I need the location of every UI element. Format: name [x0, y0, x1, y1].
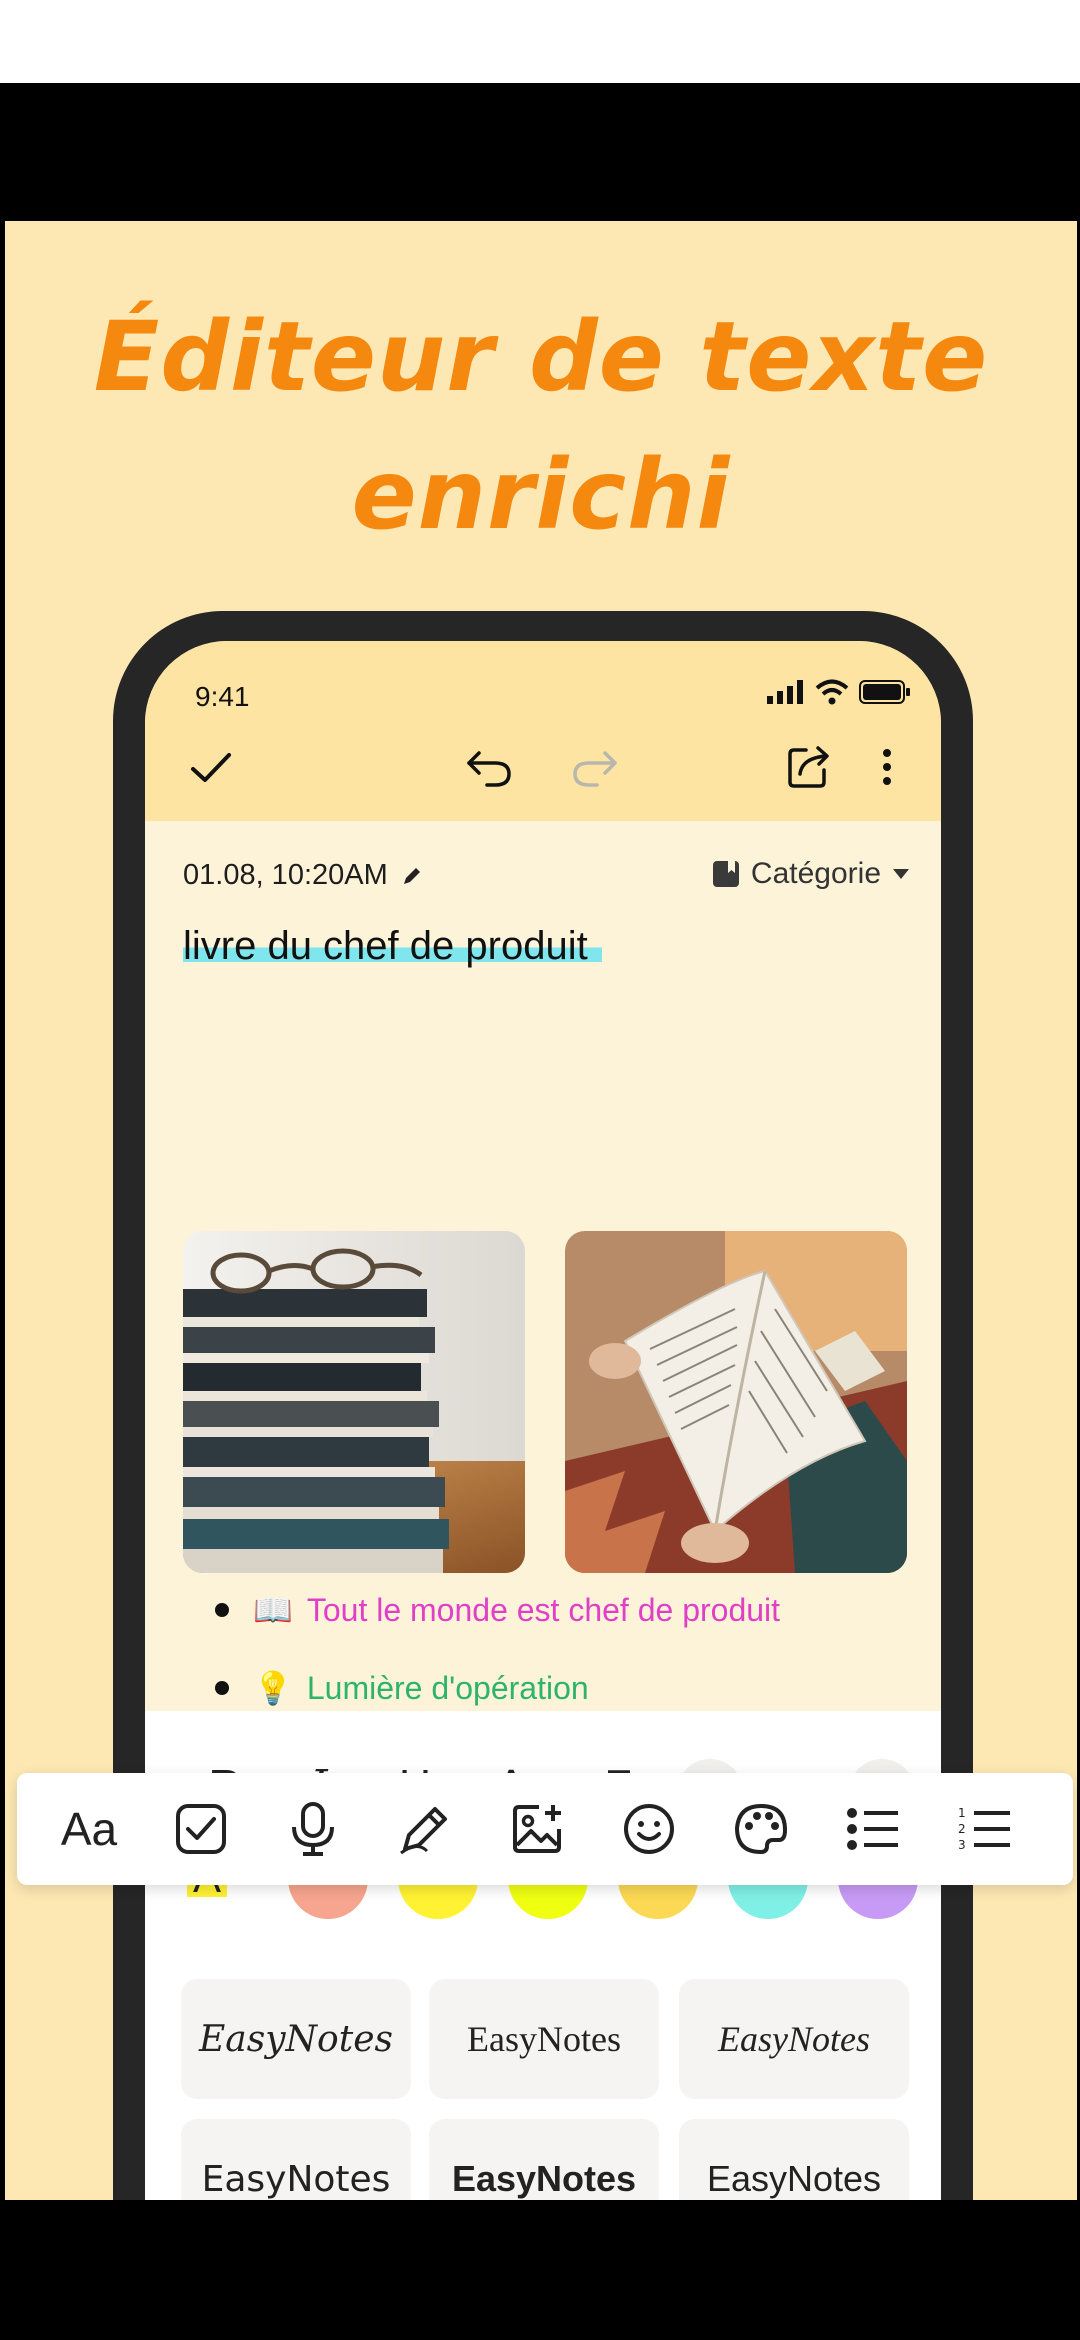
headline-line-2: enrichi	[351, 439, 731, 551]
app-header: 9:41	[145, 641, 941, 821]
note-title[interactable]: livre du chef de produit	[183, 924, 602, 969]
note-date: 01.08, 10:20AM	[183, 859, 424, 892]
font-sample-sans-bold[interactable]: EasyNotes	[429, 2119, 659, 2200]
top-white-bar	[0, 0, 1080, 83]
font-sample-sans-1[interactable]: EasyNotes	[181, 2119, 411, 2200]
category-label: Catégorie	[750, 857, 881, 890]
font-sample-sans-2[interactable]: EasyNotes	[679, 2119, 909, 2200]
font-sample-script-1[interactable]: EasyNotes	[181, 1979, 411, 2099]
bullet-dot	[215, 1681, 229, 1695]
headline-line-1: Éditeur de texte	[93, 301, 989, 413]
undo-button[interactable]	[459, 737, 519, 797]
font-sample-serif[interactable]: EasyNotes	[429, 1979, 659, 2099]
add-image-button[interactable]	[487, 1773, 587, 1885]
book-emoji-icon: 📖	[253, 1591, 293, 1629]
undo-icon	[467, 751, 511, 787]
checklist-button[interactable]	[151, 1773, 251, 1885]
checkbox-icon	[176, 1804, 226, 1854]
bullet-item-1[interactable]: 📖 Tout le monde est chef de produit	[215, 1591, 780, 1629]
numbered-list-button[interactable]: 1 2 3	[935, 1773, 1035, 1885]
open-book-image	[565, 1231, 907, 1573]
pen-icon	[400, 1807, 447, 1855]
redo-button[interactable]	[565, 737, 625, 797]
svg-text:3: 3	[958, 1838, 966, 1852]
bullet-text: Tout le monde est chef de produit	[306, 1591, 781, 1628]
svg-text:2: 2	[958, 1822, 966, 1836]
bookmark-folder-icon	[712, 861, 739, 887]
category-selector[interactable]: Catégorie	[711, 857, 911, 891]
caret-down-icon	[893, 869, 909, 879]
bulleted-list-button[interactable]	[823, 1773, 923, 1885]
text-style-button[interactable]: Aa	[39, 1773, 139, 1885]
numbered-list-icon: 1 2 3	[958, 1806, 1010, 1852]
promo-poster: Éditeur de texte enrichi 9:41 01.08, 10:…	[5, 221, 1077, 2200]
smiley-icon	[624, 1804, 674, 1854]
more-vertical-icon	[883, 749, 891, 785]
status-icons	[767, 679, 911, 705]
top-black-bar	[0, 83, 1080, 221]
bullet-text: Lumière d'opération	[306, 1669, 589, 1706]
battery-icon	[859, 680, 910, 704]
phone-screen: 9:41 01.08, 10:20AM Catégorie livre du c…	[145, 641, 941, 2200]
voice-record-button[interactable]	[263, 1773, 363, 1885]
palette-icon	[734, 1803, 788, 1855]
signal-icon	[767, 680, 803, 704]
more-menu-button[interactable]	[857, 737, 917, 797]
photo-book-stack[interactable]	[183, 1231, 525, 1573]
bullet-list-icon	[847, 1808, 898, 1850]
editor-toolbar: Aa 1 2 3	[17, 1773, 1073, 1885]
draw-button[interactable]	[375, 1773, 475, 1885]
theme-palette-button[interactable]	[711, 1773, 811, 1885]
done-check-button[interactable]	[181, 737, 241, 797]
redo-icon	[573, 751, 617, 787]
bullet-dot	[215, 1603, 229, 1617]
note-date-text: 01.08, 10:20AM	[183, 859, 388, 891]
lightbulb-emoji-icon: 💡	[253, 1669, 293, 1707]
book-stack-image	[183, 1231, 525, 1573]
wifi-icon	[815, 679, 849, 705]
check-icon	[191, 753, 231, 782]
bottom-black-bar	[0, 2200, 1080, 2340]
image-add-icon	[513, 1805, 561, 1853]
font-sample-script-2[interactable]: EasyNotes	[679, 1979, 909, 2099]
status-time: 9:41	[195, 681, 250, 712]
photo-open-book[interactable]	[565, 1231, 907, 1573]
pencil-icon[interactable]	[400, 864, 424, 888]
microphone-icon	[292, 1802, 334, 1856]
share-icon	[788, 746, 829, 788]
emoji-button[interactable]	[599, 1773, 699, 1885]
share-button[interactable]	[779, 737, 839, 797]
svg-text:1: 1	[958, 1806, 966, 1820]
bullet-item-2[interactable]: 💡 Lumière d'opération	[215, 1669, 589, 1707]
